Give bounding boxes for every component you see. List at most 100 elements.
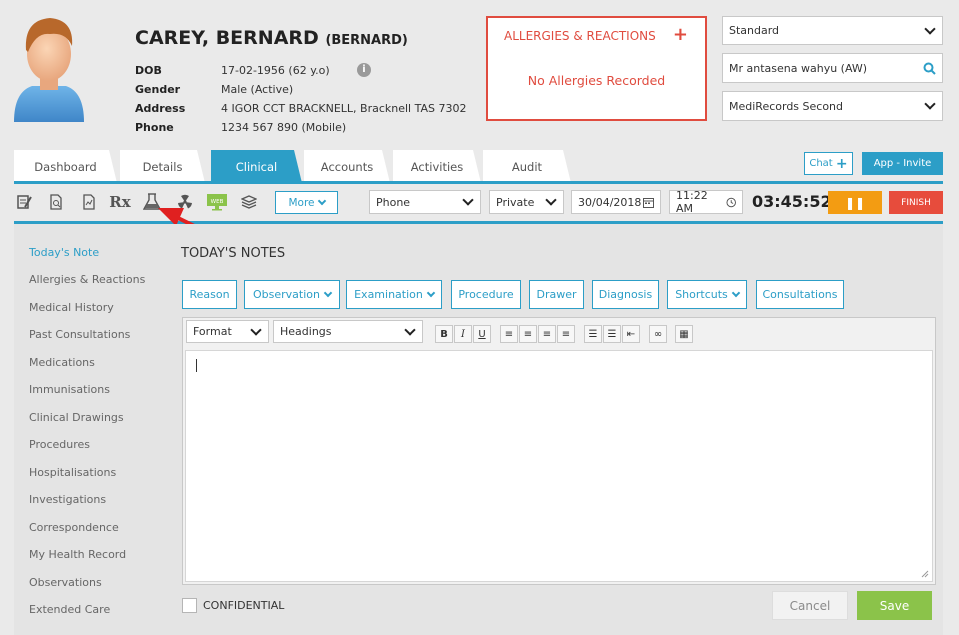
confidential-label: CONFIDENTIAL bbox=[203, 599, 285, 612]
procedure-button[interactable]: Procedure bbox=[451, 280, 521, 309]
document-search-icon[interactable] bbox=[47, 193, 65, 211]
consultation-timer: 03:45:52 bbox=[752, 192, 832, 211]
dob-label: DOB bbox=[135, 64, 162, 77]
drawer-button[interactable]: Drawer bbox=[529, 280, 584, 309]
align-left-icon[interactable]: ≡ bbox=[500, 325, 518, 343]
sidebar-item-medications[interactable]: Medications bbox=[29, 356, 95, 369]
sidebar-item-todays-note[interactable]: Today's Note bbox=[29, 246, 99, 259]
patient-avatar bbox=[14, 18, 84, 122]
underline-icon[interactable]: U bbox=[473, 325, 491, 343]
clinical-sidebar: Today's Note Allergies & Reactions Medic… bbox=[14, 224, 170, 635]
note-text-area[interactable] bbox=[185, 350, 933, 582]
sidebar-item-correspondence[interactable]: Correspondence bbox=[29, 521, 119, 534]
allergies-panel: ALLERGIES & REACTIONS + No Allergies Rec… bbox=[486, 16, 707, 121]
sidebar-item-medical-history[interactable]: Medical History bbox=[29, 301, 114, 314]
link-icon[interactable]: ∞ bbox=[649, 325, 667, 343]
format-select[interactable]: Format bbox=[186, 320, 269, 343]
address-value: 4 IGOR CCT BRACKNELL, Bracknell TAS 7302 bbox=[221, 102, 467, 115]
allergies-title[interactable]: ALLERGIES & REACTIONS bbox=[504, 29, 656, 43]
shortcuts-button[interactable]: Shortcuts bbox=[667, 280, 747, 309]
chevron-down-icon bbox=[462, 194, 474, 206]
tab-activities[interactable]: Activities bbox=[393, 150, 481, 183]
info-icon[interactable]: i bbox=[357, 63, 371, 77]
diagnosis-button[interactable]: Diagnosis bbox=[592, 280, 659, 309]
gender-value: Male (Active) bbox=[221, 83, 294, 96]
chevron-down-icon bbox=[317, 196, 326, 206]
clock-icon[interactable] bbox=[726, 197, 736, 208]
phone-value: 1234 567 890 (Mobile) bbox=[221, 121, 347, 134]
align-justify-icon[interactable]: ≡ bbox=[557, 325, 575, 343]
align-center-icon[interactable]: ≡ bbox=[519, 325, 537, 343]
date-value: 30/04/2018 bbox=[578, 195, 642, 209]
table-icon[interactable]: ▦ bbox=[675, 325, 693, 343]
headings-select[interactable]: Headings bbox=[273, 320, 423, 343]
chevron-down-icon bbox=[426, 288, 436, 298]
sidebar-item-past-consultations[interactable]: Past Consultations bbox=[29, 328, 130, 341]
time-value: 11:22 AM bbox=[676, 189, 708, 215]
chevron-down-icon bbox=[731, 288, 741, 298]
consultations-button[interactable]: Consultations bbox=[756, 280, 844, 309]
bullet-list-icon[interactable]: ☰ bbox=[584, 325, 602, 343]
resize-handle-icon[interactable] bbox=[921, 570, 929, 578]
finish-button[interactable]: FINISH bbox=[889, 191, 943, 214]
chevron-down-icon bbox=[545, 194, 557, 206]
chevron-down-icon bbox=[404, 323, 416, 336]
text-cursor bbox=[196, 359, 197, 372]
contact-type-select[interactable]: Phone bbox=[369, 190, 481, 214]
billing-type-select[interactable]: Standard bbox=[722, 16, 943, 45]
sidebar-item-my-health-record[interactable]: My Health Record bbox=[29, 548, 126, 561]
tab-clinical[interactable]: Clinical bbox=[211, 150, 302, 183]
tab-underline bbox=[14, 181, 943, 184]
sidebar-item-clinical-drawings[interactable]: Clinical Drawings bbox=[29, 411, 124, 424]
sidebar-item-hospitalisations[interactable]: Hospitalisations bbox=[29, 466, 116, 479]
location-value: MediRecords Second bbox=[729, 99, 844, 113]
examination-button[interactable]: Examination bbox=[346, 280, 442, 309]
align-right-icon[interactable]: ≡ bbox=[538, 325, 556, 343]
chevron-down-icon bbox=[924, 98, 936, 110]
date-input[interactable]: 30/04/2018 bbox=[571, 190, 661, 214]
billing-type-value: Standard bbox=[729, 24, 780, 37]
contact-type-value: Phone bbox=[376, 195, 411, 209]
page-title: TODAY'S NOTES bbox=[181, 246, 286, 261]
calendar-icon[interactable] bbox=[643, 197, 654, 208]
headings-value: Headings bbox=[280, 325, 332, 338]
time-input[interactable]: 11:22 AM bbox=[669, 189, 743, 215]
sidebar-item-allergies[interactable]: Allergies & Reactions bbox=[29, 273, 145, 286]
confidential-checkbox[interactable] bbox=[182, 598, 197, 613]
billing-select[interactable]: Private bbox=[489, 190, 564, 214]
tab-dashboard[interactable]: Dashboard bbox=[14, 150, 117, 183]
phone-label: Phone bbox=[135, 121, 174, 134]
app-invite-button[interactable]: App - Invite bbox=[862, 152, 943, 175]
chat-button[interactable]: Chat + bbox=[804, 152, 853, 175]
plus-icon: + bbox=[835, 155, 848, 172]
location-select[interactable]: MediRecords Second bbox=[722, 91, 943, 121]
observation-button[interactable]: Observation bbox=[244, 280, 340, 309]
pause-button[interactable]: ❚❚ bbox=[828, 191, 882, 214]
reason-button[interactable]: Reason bbox=[182, 280, 237, 309]
dob-value: 17-02-1956 (62 y.o) bbox=[221, 64, 330, 77]
bold-icon[interactable]: B bbox=[435, 325, 453, 343]
sidebar-item-observations[interactable]: Observations bbox=[29, 576, 102, 589]
sidebar-item-procedures[interactable]: Procedures bbox=[29, 438, 90, 451]
italic-icon[interactable]: I bbox=[454, 325, 472, 343]
report-icon[interactable] bbox=[80, 193, 98, 211]
sidebar-item-extended-care[interactable]: Extended Care bbox=[29, 603, 110, 616]
prescription-icon[interactable]: Rx bbox=[109, 193, 130, 211]
search-icon[interactable] bbox=[923, 62, 936, 75]
sidebar-item-investigations[interactable]: Investigations bbox=[29, 493, 106, 506]
practitioner-search-input[interactable]: Mr antasena wahyu (AW) bbox=[722, 53, 943, 83]
gender-label: Gender bbox=[135, 83, 181, 96]
sidebar-item-immunisations[interactable]: Immunisations bbox=[29, 383, 110, 396]
outdent-icon[interactable]: ⇤ bbox=[622, 325, 640, 343]
save-button[interactable]: Save bbox=[857, 591, 932, 620]
tab-details[interactable]: Details bbox=[120, 150, 205, 183]
more-button[interactable]: More bbox=[275, 191, 338, 214]
notes-icon[interactable] bbox=[15, 193, 33, 211]
numbered-list-icon[interactable]: ☰ bbox=[603, 325, 621, 343]
add-allergy-icon[interactable]: + bbox=[673, 24, 688, 45]
address-label: Address bbox=[135, 102, 186, 115]
tab-accounts[interactable]: Accounts bbox=[304, 150, 390, 183]
format-value: Format bbox=[193, 325, 232, 338]
cancel-button[interactable]: Cancel bbox=[772, 591, 848, 620]
tab-audit[interactable]: Audit bbox=[483, 150, 571, 183]
